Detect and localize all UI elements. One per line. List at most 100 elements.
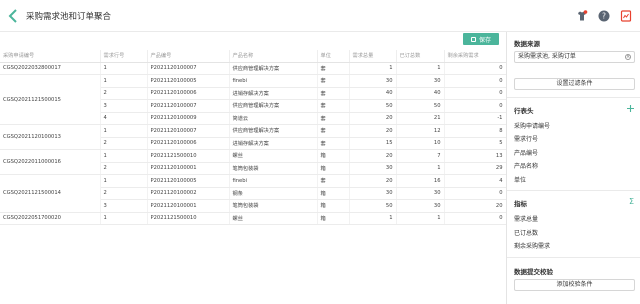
table-cell: 套 bbox=[317, 99, 350, 113]
table-cell: 1 bbox=[100, 74, 148, 88]
table-cell: 螺丝 bbox=[229, 149, 318, 163]
table-cell: 螺丝 bbox=[229, 212, 318, 225]
plus-icon[interactable] bbox=[627, 105, 634, 112]
column-header[interactable]: 需求行号 bbox=[100, 50, 148, 63]
table-cell: P2021120100007 bbox=[147, 62, 230, 75]
table-cell: P2021120100005 bbox=[147, 74, 230, 88]
table-cell: 供应商管理解决方案 bbox=[229, 62, 318, 75]
column-header[interactable]: 产品编号 bbox=[147, 50, 230, 63]
table-row[interactable]: CGSQ2021120100013 1 P2021120100007 供应商管理解决方… bbox=[0, 124, 507, 150]
table-cell: 50 bbox=[396, 99, 445, 113]
table-cell: 10 bbox=[396, 137, 445, 150]
request-number-cell: CGSQ2021121500014 bbox=[0, 174, 101, 213]
row-header-field[interactable]: 需求行号 bbox=[514, 134, 538, 143]
table-cell: 1 bbox=[100, 212, 148, 225]
add-validation-button[interactable]: 添加校验条件 bbox=[514, 279, 635, 291]
table-cell: 30 bbox=[396, 199, 445, 213]
table-cell: 21 bbox=[396, 112, 445, 125]
divider bbox=[507, 257, 640, 258]
column-header[interactable]: 已订总数 bbox=[396, 50, 445, 63]
table-cell: P2021120100001 bbox=[147, 162, 230, 175]
sigma-icon[interactable]: Σ bbox=[629, 198, 634, 206]
metrics-title: 指标 bbox=[514, 200, 527, 208]
table-cell: 30 bbox=[349, 74, 397, 88]
column-header[interactable]: 剩余采购需求 bbox=[444, 50, 507, 63]
table-body: CGSQ2022032800017 1 P2021120100007 供应商管理解决方… bbox=[0, 62, 507, 225]
table-cell: 笔筒包装袋 bbox=[229, 199, 318, 213]
table-cell: 简道云 bbox=[229, 112, 318, 125]
clear-icon[interactable]: × bbox=[625, 54, 631, 60]
row-header-field[interactable]: 产品名称 bbox=[514, 161, 538, 170]
help-icon[interactable]: ? bbox=[598, 10, 610, 22]
table-cell: P2021120100002 bbox=[147, 187, 230, 200]
table-cell: 套 bbox=[317, 137, 350, 150]
table-area: 保存 采购申请编号 需求行号 产品编号 产品名称 单位 需求总量 已订总数 剩余… bbox=[0, 32, 507, 304]
config-panel: 数据来源 采购需求池, 采购订单 × 设置过滤条件 行表头 采购申请编号 需求行… bbox=[506, 32, 640, 304]
request-number-cell: CGSQ2022011000016 bbox=[0, 149, 101, 175]
table-cell: 20 bbox=[349, 149, 397, 163]
table-cell: 2 bbox=[100, 187, 148, 200]
table-cell: 15 bbox=[349, 137, 397, 150]
table-cell: 0 bbox=[444, 87, 507, 100]
table-cell: 3 bbox=[100, 199, 148, 213]
column-header[interactable]: 需求总量 bbox=[349, 50, 397, 63]
table-cell: 笔筒包装袋 bbox=[229, 162, 318, 175]
table-cell: 1 bbox=[349, 62, 397, 75]
table-cell: P2021120100009 bbox=[147, 112, 230, 125]
column-header[interactable]: 单位 bbox=[317, 50, 350, 63]
table-cell: finebi bbox=[229, 74, 318, 88]
report-icon[interactable] bbox=[620, 10, 632, 22]
column-header[interactable]: 采购申请编号 bbox=[0, 50, 101, 63]
data-source-title: 数据来源 bbox=[514, 40, 540, 48]
request-number-cell: CGSQ2021120100013 bbox=[0, 124, 101, 150]
table-cell: 供应商管理解决方案 bbox=[229, 124, 318, 138]
row-header-field[interactable]: 采购申请编号 bbox=[514, 121, 550, 130]
table-cell: 20 bbox=[349, 174, 397, 188]
table-cell: P2021120100006 bbox=[147, 137, 230, 150]
row-header-field[interactable]: 产品编号 bbox=[514, 148, 538, 157]
table-cell: 30 bbox=[396, 187, 445, 200]
shirt-alert-icon[interactable] bbox=[576, 10, 588, 22]
table-cell: 套 bbox=[317, 62, 350, 75]
table-cell: finebi bbox=[229, 174, 318, 188]
table-cell: P2021120100007 bbox=[147, 124, 230, 138]
table-cell: 供应商管理解决方案 bbox=[229, 99, 318, 113]
table-cell: 8 bbox=[444, 124, 507, 138]
table-row[interactable]: CGSQ2022011000016 1 P2021121500010 螺丝箱 20 7 13 bbox=[0, 149, 507, 175]
table-row[interactable]: CGSQ2021121500014 1 P2021120100005 finebi 套 2… bbox=[0, 174, 507, 213]
table-cell: 箱 bbox=[317, 149, 350, 163]
table-cell: 29 bbox=[444, 162, 507, 175]
table-cell: P2021120100005 bbox=[147, 174, 230, 188]
data-source-field[interactable]: 采购需求池, 采购订单 × bbox=[514, 51, 635, 63]
validation-title: 数据提交校验 bbox=[514, 268, 553, 276]
metric-field[interactable]: 剩余采购需求 bbox=[514, 241, 550, 250]
table-cell: 50 bbox=[349, 199, 397, 213]
table-cell: 13 bbox=[444, 149, 507, 163]
table-cell: 12 bbox=[396, 124, 445, 138]
request-number-cell: CGSQ2022051700020 bbox=[0, 212, 101, 225]
table-cell: 箱 bbox=[317, 199, 350, 213]
table-cell: 7 bbox=[396, 149, 445, 163]
table-cell: -1 bbox=[444, 112, 507, 125]
table-cell: 20 bbox=[444, 199, 507, 213]
save-button[interactable]: 保存 bbox=[463, 33, 499, 45]
table-row[interactable]: CGSQ2022032800017 1 P2021120100007 供应商管理解决方… bbox=[0, 62, 507, 75]
metric-field[interactable]: 已订总数 bbox=[514, 228, 538, 237]
data-source-value: 采购需求池, 采购订单 bbox=[518, 53, 576, 60]
table-cell: 进销存解决方案 bbox=[229, 87, 318, 100]
table-row[interactable]: CGSQ2022051700020 1 P2021121500010 螺丝箱 1 1 0 bbox=[0, 212, 507, 225]
column-header[interactable]: 产品名称 bbox=[229, 50, 318, 63]
table-cell: 4 bbox=[444, 174, 507, 188]
table-cell: 1 bbox=[100, 124, 148, 138]
table-row[interactable]: CGSQ2021121500015 1 P2021120100005 finebi 套 3… bbox=[0, 74, 507, 125]
metric-field[interactable]: 需求总量 bbox=[514, 214, 538, 223]
set-filter-button[interactable]: 设置过滤条件 bbox=[514, 78, 635, 90]
table-cell: 套 bbox=[317, 87, 350, 100]
page-title: 采购需求池和订单聚合 bbox=[26, 12, 112, 22]
table-cell: 0 bbox=[444, 187, 507, 200]
aggregation-table: 采购申请编号 需求行号 产品编号 产品名称 单位 需求总量 已订总数 剩余采购需… bbox=[0, 50, 507, 225]
table-cell: 30 bbox=[396, 74, 445, 88]
row-header-field[interactable]: 单位 bbox=[514, 175, 526, 184]
request-number-cell: CGSQ2021121500015 bbox=[0, 74, 101, 125]
back-chevron-icon[interactable] bbox=[7, 8, 19, 24]
